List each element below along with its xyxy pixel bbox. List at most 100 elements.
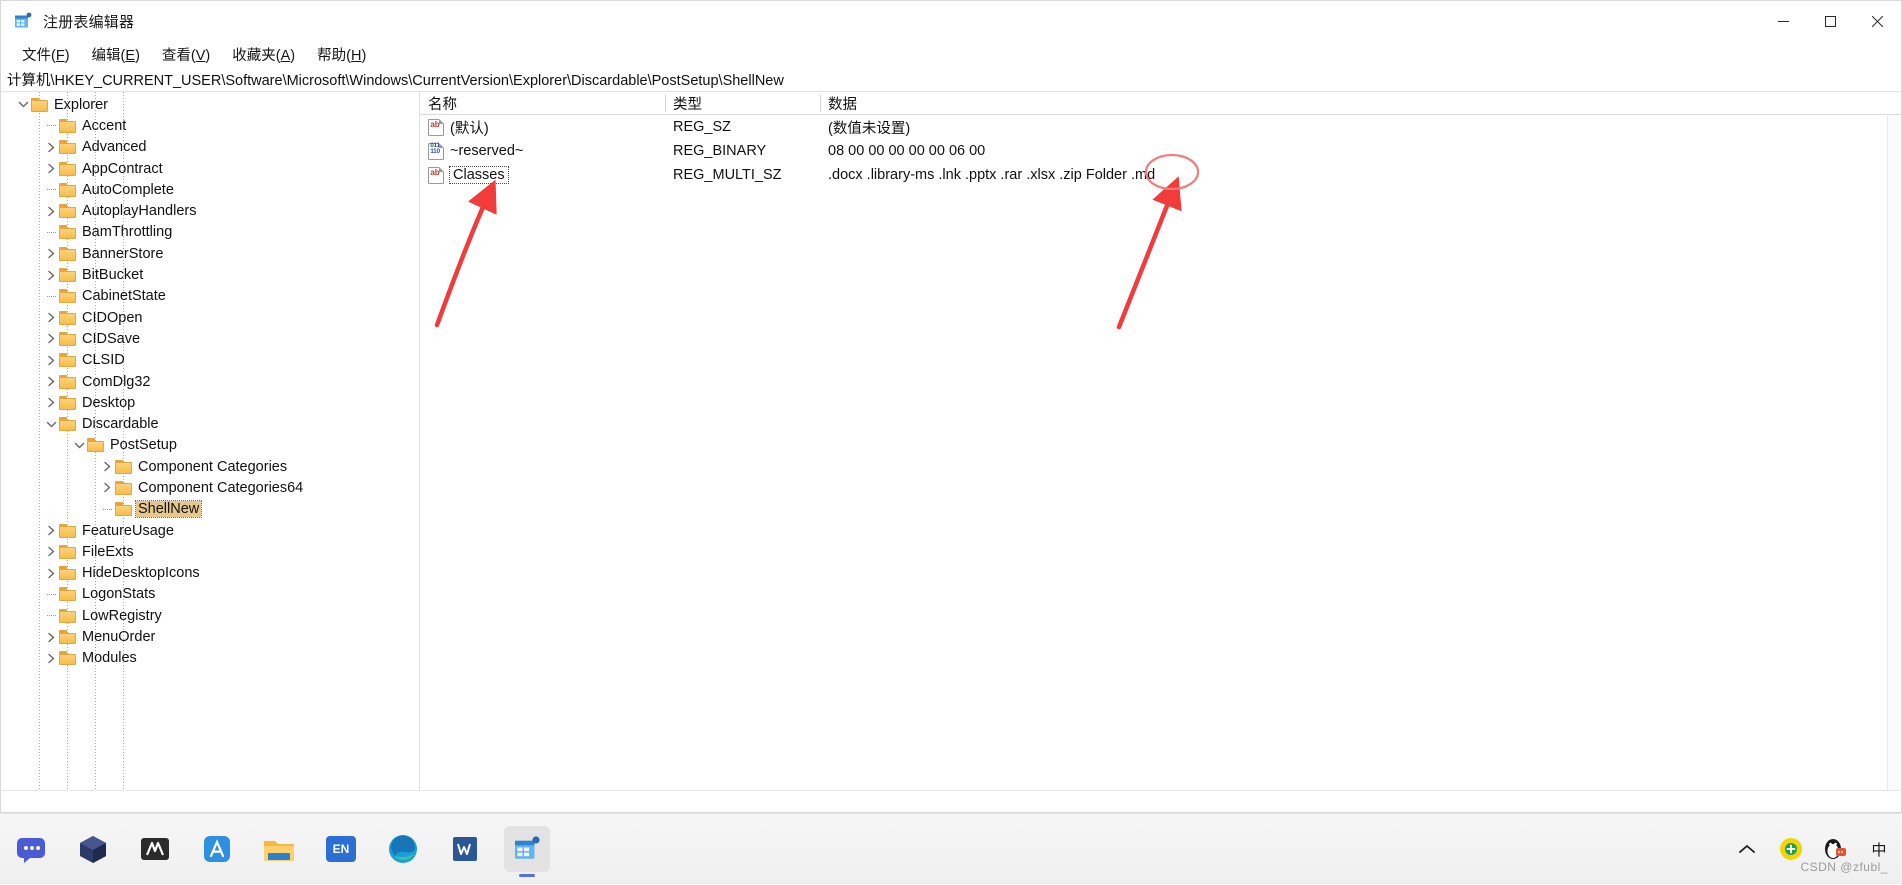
tree-item-comdlg32[interactable]: ComDlg32 <box>1 371 419 392</box>
tree-item-advanced[interactable]: Advanced <box>1 137 419 158</box>
tree-item-menuorder[interactable]: MenuOrder <box>1 626 419 647</box>
value-row[interactable]: 011 110 ~reserved~ REG_BINARY 08 00 00 00 00… <box>420 139 1901 163</box>
tree-connector <box>43 115 59 136</box>
ime-en-badge[interactable]: EN <box>326 836 356 862</box>
taskbar-app-m-icon[interactable] <box>132 826 178 872</box>
tree-item-cidsave[interactable]: CIDSave <box>1 328 419 349</box>
tree-item-postsetup[interactable]: PostSetup <box>1 435 419 456</box>
tree-item-cabinetstate[interactable]: CabinetState <box>1 286 419 307</box>
taskbar-edge-icon[interactable] <box>380 826 426 872</box>
chevron-down-icon[interactable] <box>71 435 87 456</box>
chevron-right-icon[interactable] <box>43 648 59 669</box>
tree-item-accent[interactable]: Accent <box>1 115 419 136</box>
chevron-right-icon[interactable] <box>43 265 59 286</box>
chevron-right-icon[interactable] <box>43 371 59 392</box>
value-name-cell[interactable]: 011 110 ~reserved~ <box>420 142 665 160</box>
tree-item-component-categories[interactable]: Component Categories <box>1 456 419 477</box>
tree-item-shellnew[interactable]: ShellNew <box>1 499 419 520</box>
menu-help[interactable]: 帮助(H) <box>306 41 377 68</box>
column-header-name[interactable]: 名称 <box>420 92 665 115</box>
tree-connector <box>43 286 59 307</box>
chevron-right-icon[interactable] <box>43 563 59 584</box>
tree-list[interactable]: Explorer Accent Advanced AppContract AutoCom… <box>1 92 419 790</box>
string-value-icon: ab <box>428 118 444 136</box>
value-name-cell[interactable]: ab (默认) <box>420 117 665 138</box>
address-bar[interactable]: 计算机\HKEY_CURRENT_USER\Software\Microsoft… <box>1 68 1901 92</box>
chevron-down-icon[interactable] <box>15 94 31 115</box>
tree-item-cidopen[interactable]: CIDOpen <box>1 307 419 328</box>
chevron-down-icon[interactable] <box>43 414 59 435</box>
chevron-right-icon[interactable] <box>43 541 59 562</box>
tree-item-featureusage[interactable]: FeatureUsage <box>1 520 419 541</box>
windows-taskbar[interactable]: EN 中 CSDN @zfubl_ <box>0 813 1902 884</box>
tree-item-label: LogonStats <box>82 586 156 603</box>
chevron-right-icon[interactable] <box>43 520 59 541</box>
tree-item-bamthrottling[interactable]: BamThrottling <box>1 222 419 243</box>
chevron-right-icon[interactable] <box>43 392 59 413</box>
chevron-right-icon[interactable] <box>43 627 59 648</box>
chevron-right-icon[interactable] <box>99 456 115 477</box>
tree-item-appcontract[interactable]: AppContract <box>1 158 419 179</box>
taskbar-app-a-icon[interactable] <box>194 826 240 872</box>
value-type-cell: REG_SZ <box>665 119 820 135</box>
360-security-icon[interactable] <box>1778 836 1804 862</box>
qq-icon[interactable] <box>1822 836 1848 862</box>
folder-icon <box>115 480 132 495</box>
minimize-button[interactable] <box>1760 1 1807 41</box>
tree-item-lowregistry[interactable]: LowRegistry <box>1 605 419 626</box>
value-row[interactable]: ab Classes REG_MULTI_SZ .docx .library-ms .… <box>420 163 1901 187</box>
ime-indicator[interactable]: 中 <box>1866 836 1892 862</box>
chevron-right-icon[interactable] <box>43 328 59 349</box>
maximize-button[interactable] <box>1807 1 1854 41</box>
column-header-type[interactable]: 类型 <box>665 92 820 115</box>
chevron-right-icon[interactable] <box>99 477 115 498</box>
chevron-right-icon[interactable] <box>43 201 59 222</box>
values-list-rows[interactable]: ab (默认) REG_SZ (数值未设置) 011 110 ~reserved~ REG_B… <box>420 115 1901 187</box>
chevron-right-icon[interactable] <box>43 243 59 264</box>
taskbar-chat-icon[interactable] <box>8 826 54 872</box>
tree-item-label: BamThrottling <box>82 224 173 241</box>
taskbar-3d-viewer-icon[interactable] <box>70 826 116 872</box>
folder-icon <box>115 459 132 474</box>
tree-item-modules[interactable]: Modules <box>1 648 419 669</box>
chevron-right-icon[interactable] <box>43 158 59 179</box>
tree-item-bannerstore[interactable]: BannerStore <box>1 243 419 264</box>
menu-view[interactable]: 查看(V) <box>151 41 221 68</box>
value-type-text: REG_MULTI_SZ <box>673 167 782 183</box>
show-hidden-icons-chevron[interactable] <box>1734 836 1760 862</box>
folder-icon <box>59 395 76 410</box>
tree-item-component-categories64[interactable]: Component Categories64 <box>1 477 419 498</box>
tree-item-label: Desktop <box>82 394 136 411</box>
value-data-cell: (数值未设置) <box>820 117 1901 138</box>
tree-item-fileexts[interactable]: FileExts <box>1 541 419 562</box>
chevron-right-icon[interactable] <box>43 350 59 371</box>
window-controls <box>1760 1 1901 41</box>
tree-item-clsid[interactable]: CLSID <box>1 350 419 371</box>
tree-item-explorer[interactable]: Explorer <box>1 94 419 115</box>
tree-item-autocomplete[interactable]: AutoComplete <box>1 179 419 200</box>
column-header-data[interactable]: 数据 <box>820 92 1901 115</box>
chevron-right-icon[interactable] <box>43 137 59 158</box>
menu-edit[interactable]: 编辑(E) <box>81 41 151 68</box>
chevron-right-icon[interactable] <box>43 307 59 328</box>
tree-item-bitbucket[interactable]: BitBucket <box>1 264 419 285</box>
folder-icon <box>59 651 76 666</box>
menu-file[interactable]: 文件(F) <box>11 41 81 68</box>
value-data-cell: .docx .library-ms .lnk .pptx .rar .xlsx … <box>820 167 1901 183</box>
tree-item-autoplayhandlers[interactable]: AutoplayHandlers <box>1 200 419 221</box>
taskbar-file-explorer-icon[interactable] <box>256 826 302 872</box>
value-row[interactable]: ab (默认) REG_SZ (数值未设置) <box>420 115 1901 139</box>
menu-favorites[interactable]: 收藏夹(A) <box>221 41 306 68</box>
values-list-pane[interactable]: 名称 类型 数据 ab (默认) REG_SZ (数值未设置) 011 110 ~reser… <box>420 92 1901 790</box>
taskbar-ime-en-icon[interactable]: EN <box>318 826 364 872</box>
tree-item-logonstats[interactable]: LogonStats <box>1 584 419 605</box>
tree-item-hidedesktopicons[interactable]: HideDesktopIcons <box>1 563 419 584</box>
tree-item-desktop[interactable]: Desktop <box>1 392 419 413</box>
registry-tree-pane[interactable]: Explorer Accent Advanced AppContract AutoCom… <box>1 92 420 790</box>
tree-connector <box>43 584 59 605</box>
tree-item-discardable[interactable]: Discardable <box>1 413 419 434</box>
value-name-cell[interactable]: ab Classes <box>420 166 665 184</box>
taskbar-word-icon[interactable] <box>442 826 488 872</box>
close-button[interactable] <box>1854 1 1901 41</box>
taskbar-registry-editor-icon[interactable] <box>504 826 550 877</box>
